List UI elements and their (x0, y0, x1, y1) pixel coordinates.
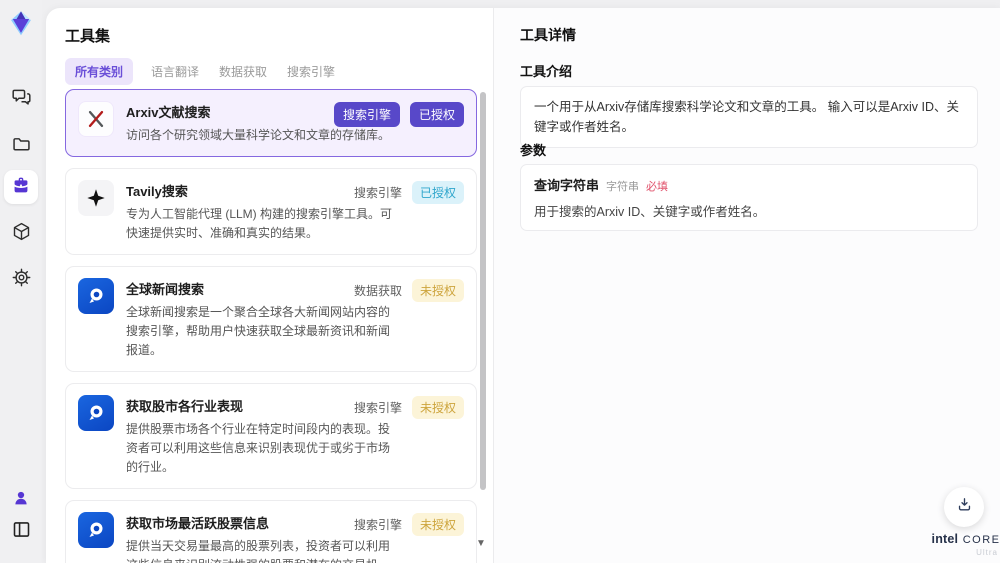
layout-panel-icon (11, 519, 32, 540)
toolbox-icon (10, 174, 32, 201)
core-wordmark: CORE (962, 534, 1000, 546)
scrollbar[interactable] (480, 88, 486, 563)
param-desc: 用于搜索的Arxiv ID、关键字或作者姓名。 (534, 205, 766, 219)
intel-wordmark: intel (931, 532, 959, 546)
detail-title: 工具详情 (520, 27, 576, 43)
stock-sector-logo-icon (78, 394, 114, 431)
tool-category-badge: 搜索引擎 (353, 400, 402, 415)
active-stocks-logo-icon (78, 511, 114, 548)
intro-box: 一个用于从Arxiv存储库搜索科学论文和文章的工具。 输入可以是Arxiv ID… (520, 86, 978, 148)
tool-auth-badge: 已授权 (411, 180, 464, 204)
scroll-down-arrow[interactable]: ▼ (476, 538, 486, 549)
intro-text: 一个用于从Arxiv存储库搜索科学论文和文章的工具。 输入可以是Arxiv ID… (534, 100, 960, 134)
tool-card[interactable]: 获取股市各行业表现 提供股票市场各个行业在特定时间段内的表现。投资者可以利用这些… (65, 382, 477, 489)
tool-list-pane: 工具集 所有类别 语言翻译 数据获取 搜索引擎 Arxiv文献搜索 访问各个研究领域大… (46, 8, 493, 563)
tool-card[interactable]: Arxiv文献搜索 访问各个研究领域大量科学论文和文章的存储库。 搜索引擎 已授… (65, 89, 477, 157)
left-rail (0, 0, 42, 563)
tool-badges: 搜索引擎 未授权 (353, 512, 464, 536)
tool-description: 专为人工智能代理 (LLM) 构建的搜索引擎工具。可快速提供实时、准确和真实的结… (126, 206, 393, 240)
page-title: 工具集 (65, 28, 111, 45)
folder-icon (11, 134, 32, 155)
param-name: 查询字符串 (534, 178, 600, 193)
tool-description: 提供股票市场各个行业在特定时间段内的表现。投资者可以利用这些信息来识别表现优于或… (126, 421, 391, 474)
tool-description: 提供当天交易量最高的股票列表，投资者可以利用这些信息来识别流动性强的股票和潜在的… (126, 538, 391, 563)
tool-auth-badge: 已授权 (409, 102, 464, 127)
tool-auth-badge: 未授权 (411, 278, 464, 302)
tool-list: Arxiv文献搜索 访问各个研究领域大量科学论文和文章的存储库。 搜索引擎 已授… (65, 89, 477, 563)
sidebar-item-panel-toggle[interactable] (0, 519, 42, 540)
tab-数据获取[interactable]: 数据获取 (217, 58, 269, 85)
tool-card[interactable]: Tavily搜索 专为人工智能代理 (LLM) 构建的搜索引擎工具。可快速提供实… (65, 167, 477, 255)
chat-icon (11, 86, 32, 107)
tool-category-badge: 数据获取 (353, 283, 402, 298)
category-tabs: 所有类别 语言翻译 数据获取 搜索引擎 (65, 58, 337, 85)
ultra-wordmark: Ultra (976, 547, 998, 557)
tool-auth-badge: 未授权 (411, 512, 464, 536)
tool-card[interactable]: 全球新闻搜索 全球新闻搜索是一个聚合全球各大新闻网站内容的搜索引擎，帮助用户快速… (65, 265, 477, 372)
tool-auth-badge: 未授权 (411, 395, 464, 419)
param-box: 查询字符串 字符串 必填 用于搜索的Arxiv ID、关键字或作者姓名。 (520, 164, 978, 231)
tool-card[interactable]: 获取市场最活跃股票信息 提供当天交易量最高的股票列表，投资者可以利用这些信息来识… (65, 499, 477, 563)
tab-语言翻译[interactable]: 语言翻译 (149, 58, 201, 85)
param-type: 字符串 (606, 181, 640, 193)
tool-category-badge: 搜索引擎 (333, 102, 400, 127)
tool-category-badge: 搜索引擎 (353, 517, 402, 532)
intel-core-logo: intel CORE Ultra (926, 530, 1000, 557)
arxiv-logo-icon (78, 101, 114, 137)
global-news-search-logo-icon (78, 277, 114, 314)
main-panel: 工具集 所有类别 语言翻译 数据获取 搜索引擎 Arxiv文献搜索 访问各个研究领域大… (46, 8, 1000, 563)
sidebar-item-profile[interactable] (0, 489, 42, 507)
tool-badges: 搜索引擎 未授权 (353, 395, 464, 419)
sidebar-item-packages[interactable] (0, 221, 42, 242)
sidebar-item-settings[interactable] (0, 267, 42, 288)
cube-icon (11, 221, 32, 242)
app-logo (0, 9, 42, 37)
sidebar-item-toolbox[interactable] (4, 170, 38, 204)
scrollbar-thumb[interactable] (480, 92, 486, 490)
sidebar-item-chat[interactable] (0, 86, 42, 107)
tool-description: 访问各个研究领域大量科学论文和文章的存储库。 (126, 128, 391, 142)
sidebar-item-files[interactable] (0, 134, 42, 155)
tool-badges: 数据获取 未授权 (353, 278, 464, 302)
tavily-star-icon (78, 179, 114, 216)
intro-heading: 工具介绍 (520, 64, 573, 79)
download-button[interactable] (944, 487, 984, 527)
params-heading: 参数 (520, 143, 547, 158)
tool-description: 全球新闻搜索是一个聚合全球各大新闻网站内容的搜索引擎，帮助用户快速获取全球最新资… (126, 304, 391, 357)
download-icon (956, 496, 973, 518)
gear-icon (11, 267, 32, 288)
logo-gem-icon (7, 9, 35, 37)
tool-badges: 搜索引擎 已授权 (353, 180, 464, 204)
tab-搜索引擎[interactable]: 搜索引擎 (285, 58, 337, 85)
tool-badges: 搜索引擎 已授权 (333, 102, 464, 127)
user-icon (12, 489, 30, 507)
tool-detail-pane: 工具详情 工具介绍 一个用于从Arxiv存储库搜索科学论文和文章的工具。 输入可… (494, 8, 1000, 563)
tool-category-badge: 搜索引擎 (353, 185, 402, 200)
param-required-badge: 必填 (646, 181, 669, 193)
tab-所有类别[interactable]: 所有类别 (65, 58, 134, 85)
